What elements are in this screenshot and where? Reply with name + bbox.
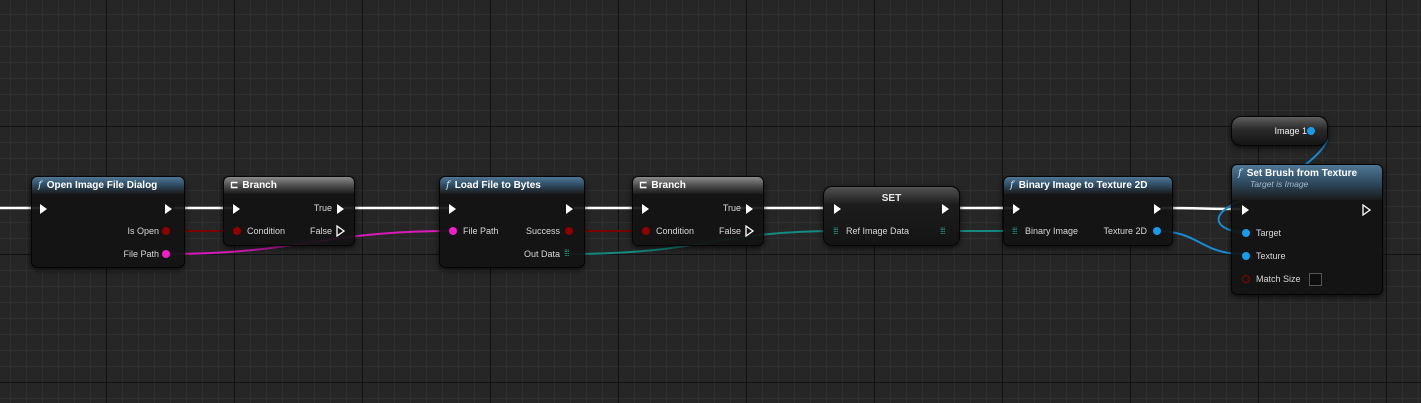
pin-label-false: False	[309, 226, 332, 236]
node-set-brush-from-texture[interactable]: f Set Brush from Texture Target is Image …	[1231, 164, 1383, 295]
exec-in-pin[interactable]	[834, 204, 841, 214]
function-icon: f	[38, 180, 42, 191]
exec-out-pin[interactable]	[1154, 204, 1161, 214]
success-pin[interactable]	[565, 227, 573, 235]
image-1-out-pin[interactable]	[1307, 127, 1315, 135]
node-title: Branch	[651, 180, 686, 191]
exec-out-pin[interactable]	[1362, 204, 1372, 216]
match-size-checkbox[interactable]	[1309, 273, 1322, 286]
array-pin[interactable]: ⁞⁞⁞	[833, 226, 838, 236]
branch-icon: ⊏	[230, 180, 239, 191]
exec-in-pin[interactable]	[40, 204, 47, 214]
node-branch-2[interactable]: ⊏ Branch True Condition False	[632, 176, 764, 246]
exec-in-pin[interactable]	[642, 204, 649, 214]
exec-out-pin[interactable]	[566, 204, 573, 214]
pin-label-is-open: Is Open	[127, 226, 159, 236]
array-out-pin[interactable]: ⁞⁞⁞	[940, 226, 945, 236]
match-size-pin[interactable]	[1242, 275, 1250, 283]
node-get-image-1[interactable]: Image 1	[1231, 116, 1328, 146]
node-title: SET	[881, 193, 902, 204]
exec-in-pin[interactable]	[1242, 205, 1249, 215]
texture-2d-out-pin[interactable]	[1153, 227, 1161, 235]
exec-in-pin[interactable]	[449, 204, 456, 214]
pin-label-match-size: Match Size	[1256, 274, 1301, 284]
pin-label-condition: Condition	[247, 226, 286, 236]
branch-icon: ⊏	[639, 180, 648, 191]
node-title: Set Brush from Texture	[1246, 168, 1358, 179]
pin-label-success: Success	[525, 226, 560, 236]
node-title: Binary Image to Texture 2D	[1018, 180, 1148, 191]
file-path-in-pin[interactable]	[449, 227, 457, 235]
exec-in-pin[interactable]	[233, 204, 240, 214]
pin-label-true: True	[313, 203, 332, 213]
pin-label-ref-image-data: Ref Image Data	[846, 226, 910, 236]
node-header: f Set Brush from Texture Target is Image	[1232, 165, 1382, 200]
array-pin[interactable]: ⁞⁞⁞	[564, 248, 569, 258]
exec-wire-6	[1160, 206, 1242, 211]
pin-label-file-path: File Path	[463, 226, 499, 236]
array-in-pin[interactable]: ⁞⁞⁞	[1012, 226, 1017, 236]
node-open-image-file-dialog[interactable]: f Open Image File Dialog Is Open File Pa…	[31, 176, 185, 268]
pin-label-false: False	[718, 226, 741, 236]
function-icon: f	[1238, 168, 1242, 179]
condition-pin[interactable]	[642, 227, 650, 235]
function-icon: f	[1010, 180, 1014, 191]
node-load-file-to-bytes[interactable]: f Load File to Bytes File Path Success O…	[439, 176, 585, 268]
exec-out-pin[interactable]	[942, 204, 949, 214]
node-header: f Binary Image to Texture 2D	[1004, 177, 1172, 194]
node-subtitle: Target is Image	[1250, 179, 1309, 189]
node-header: ⊏ Branch	[633, 177, 763, 194]
exec-true-pin[interactable]	[746, 204, 753, 214]
pin-label-file-path: File Path	[123, 249, 159, 259]
target-pin[interactable]	[1242, 229, 1250, 237]
node-title: Load File to Bytes	[454, 180, 541, 191]
pin-label-true: True	[722, 203, 741, 213]
node-header: ⊏ Branch	[224, 177, 354, 194]
exec-false-pin[interactable]	[336, 225, 346, 237]
pin-label-target: Target	[1256, 228, 1282, 238]
node-binary-image-to-texture-2d[interactable]: f Binary Image to Texture 2D ⁞⁞⁞ Binary …	[1003, 176, 1173, 246]
node-header: f Load File to Bytes	[440, 177, 584, 194]
exec-in-pin[interactable]	[1013, 204, 1020, 214]
pin-label-condition: Condition	[656, 226, 695, 236]
node-branch-1[interactable]: ⊏ Branch True Condition False	[223, 176, 355, 246]
pin-label-texture-2d: Texture 2D	[1103, 226, 1147, 236]
pin-label-texture: Texture	[1256, 251, 1286, 261]
node-title: Open Image File Dialog	[46, 180, 158, 191]
exec-out-pin[interactable]	[165, 204, 172, 214]
variable-label: Image 1	[1274, 126, 1307, 136]
node-set[interactable]: SET ⁞⁞⁞ Ref Image Data ⁞⁞⁞	[823, 186, 960, 246]
file-path-out-pin[interactable]	[162, 250, 170, 258]
node-header: f Open Image File Dialog	[32, 177, 184, 194]
node-title: Branch	[242, 180, 277, 191]
pin-label-binary-image: Binary Image	[1025, 226, 1079, 236]
pin-label-out-data: Out Data	[523, 249, 560, 259]
texture-in-pin[interactable]	[1242, 252, 1250, 260]
exec-false-pin[interactable]	[745, 225, 755, 237]
condition-pin[interactable]	[233, 227, 241, 235]
function-icon: f	[446, 180, 450, 191]
exec-true-pin[interactable]	[337, 204, 344, 214]
is-open-pin[interactable]	[162, 227, 170, 235]
